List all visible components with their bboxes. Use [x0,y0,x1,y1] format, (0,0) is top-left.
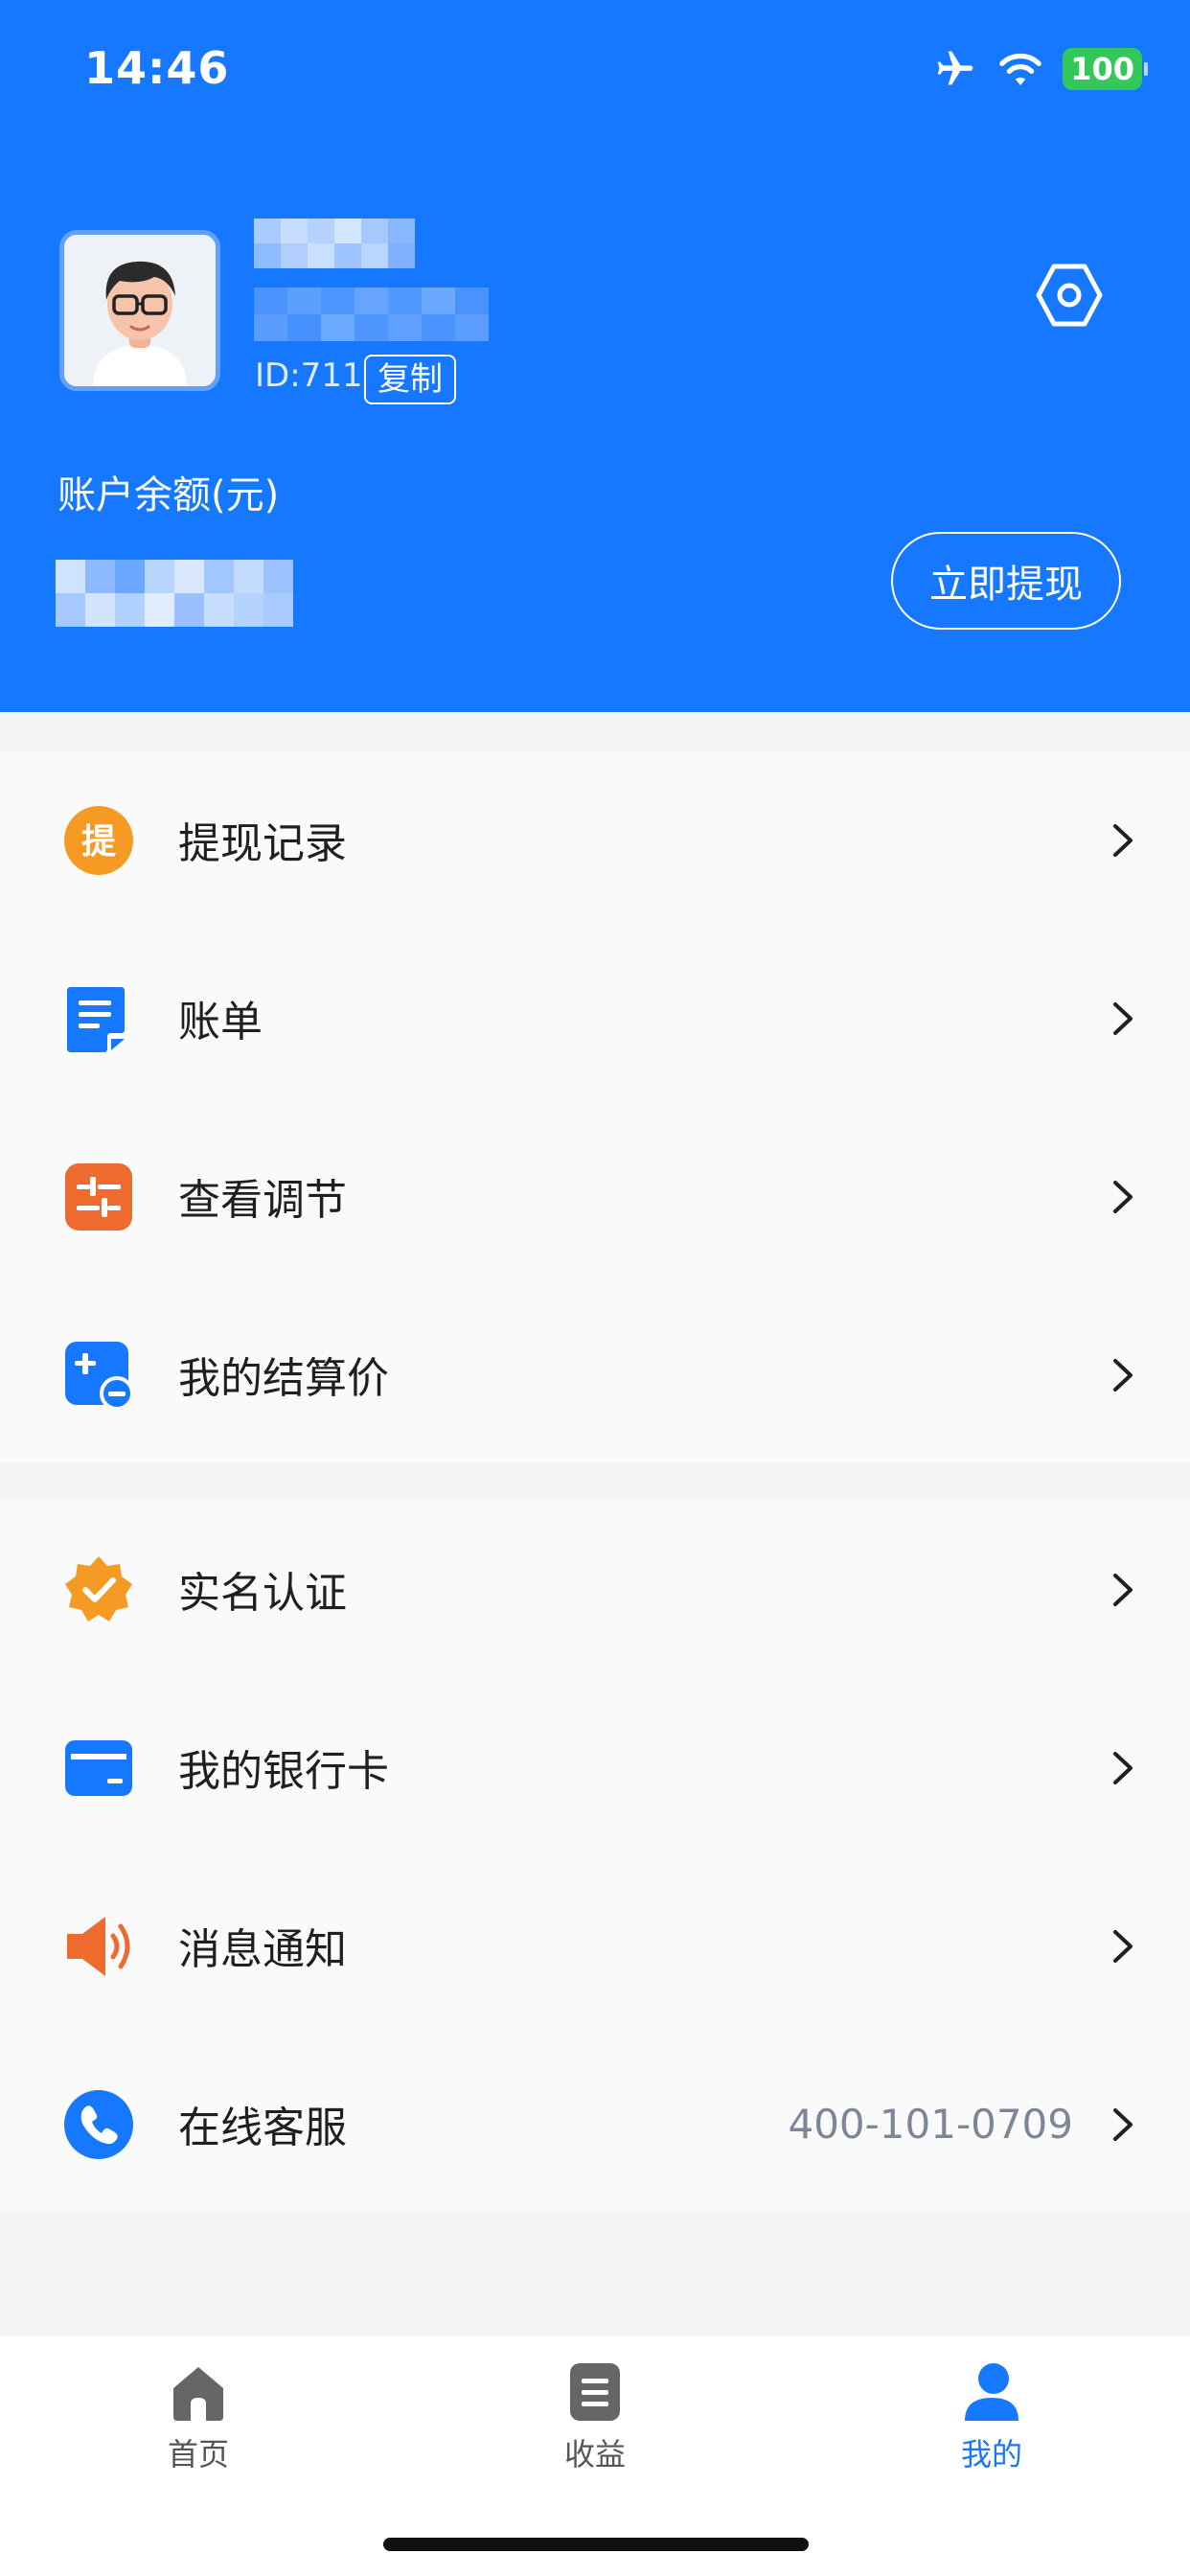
tab-label: 收益 [563,2436,626,2472]
menu-group-account: 实名认证 我的银行卡 消息通知 在线客服 400-101-0709 [0,1500,1190,2212]
menu-item-bill[interactable]: 账单 [0,929,1190,1107]
tab-earnings[interactable]: 收益 [499,2336,691,2480]
tab-label: 首页 [167,2436,229,2472]
phone-masked [254,288,489,341]
status-icons: 100 [932,46,1148,92]
wifi-icon [999,53,1042,85]
tab-label: 我的 [960,2436,1022,2472]
avatar-illustration [64,235,216,386]
settlement-price-icon [65,1342,134,1411]
chevron-right-icon [1113,1574,1133,1606]
adjust-icon [65,1163,132,1230]
speaker-icon [67,1917,130,1976]
menu-label: 账单 [178,998,263,1046]
menu-label: 实名认证 [178,1569,347,1618]
avatar[interactable] [59,230,220,391]
withdraw-badge-char: 提 [81,822,116,862]
home-icon [173,2367,223,2421]
menu-label: 消息通知 [178,1925,347,1974]
menu-item-notifications[interactable]: 消息通知 [0,1856,1190,2035]
menu-item-withdraw-record[interactable]: 提 提现记录 [0,750,1190,929]
tab-mine[interactable]: 我的 [896,2336,1087,2480]
username-masked [254,218,415,268]
chevron-right-icon [1113,2108,1133,2141]
withdraw-record-icon: 提 [64,806,133,875]
menu-item-bank-card[interactable]: 我的银行卡 [0,1678,1190,1856]
bill-icon [67,987,126,1052]
settings-hexagon-icon[interactable] [1035,261,1104,330]
chevron-right-icon [1113,824,1133,857]
chevron-right-icon [1113,1181,1133,1213]
chevron-right-icon [1113,1930,1133,1963]
user-id: ID:711 [255,356,363,395]
menu-label: 查看调节 [178,1176,347,1225]
menu-label: 我的结算价 [178,1354,389,1403]
menu-label: 在线客服 [178,2104,347,2152]
menu-item-adjust[interactable]: 查看调节 [0,1107,1190,1285]
menu-label: 我的银行卡 [178,1747,389,1796]
balance-label: 账户余额(元) [57,473,280,518]
airplane-icon [937,51,973,85]
profile-icon [965,2363,1018,2421]
bank-card-icon [65,1740,132,1796]
tab-home[interactable]: 首页 [103,2336,294,2480]
menu-item-customer-service[interactable]: 在线客服 400-101-0709 [0,2035,1190,2213]
balance-amount-masked [56,560,293,627]
menu-group-finance: 提 提现记录 账单 查看调节 我的结算价 [0,750,1190,1462]
chevron-right-icon [1113,1752,1133,1784]
chevron-right-icon [1113,1002,1133,1035]
status-time: 14:46 [84,42,230,94]
mine-screen: 14:46 100 ID:711 复制 账户余额(元) 立即提现 提 提现记录 … [0,0,1190,2576]
chevron-right-icon [1113,1359,1133,1392]
service-phone-number[interactable]: 400-101-0709 [788,2101,1073,2148]
copy-id-button[interactable]: 复制 [364,355,456,404]
battery-icon: 100 [1063,48,1148,90]
home-indicator[interactable] [383,2538,809,2551]
withdraw-now-button[interactable]: 立即提现 [891,532,1121,630]
profile-header: 14:46 100 ID:711 复制 账户余额(元) 立即提现 [0,0,1190,712]
menu-item-real-name[interactable]: 实名认证 [0,1500,1190,1678]
menu-label: 提现记录 [178,819,347,868]
earnings-icon [570,2363,620,2421]
phone-icon [64,2090,133,2159]
verified-badge-icon [65,1556,132,1622]
menu-item-settlement-price[interactable]: 我的结算价 [0,1285,1190,1463]
